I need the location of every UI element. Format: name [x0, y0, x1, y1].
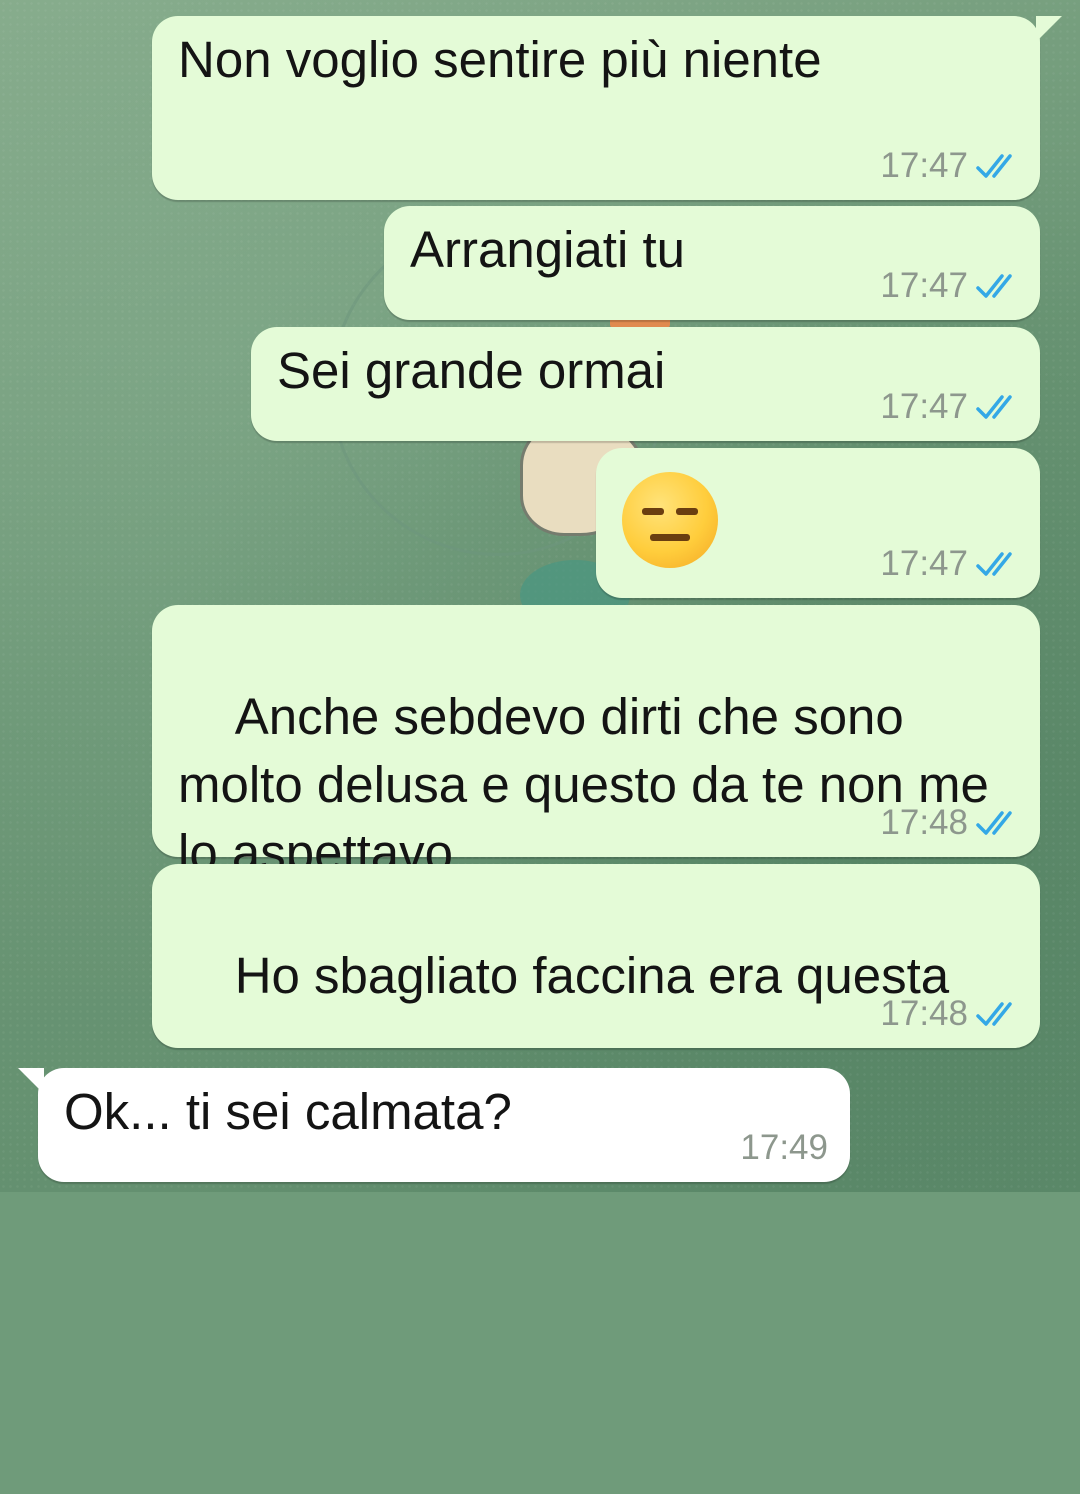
message-text: Ho sbagliato faccina era questa [234, 947, 950, 1004]
message-meta: 17:49 [740, 1128, 828, 1168]
expressionless-face-emoji [622, 472, 718, 568]
message-text: Non voglio sentire più niente [178, 31, 822, 88]
message-time: 17:47 [880, 387, 968, 426]
message-bubble-outgoing[interactable]: Non voglio sentire più niente 17:47 [152, 16, 1040, 200]
message-meta: 17:47 [880, 387, 1018, 427]
message-time: 17:47 [880, 544, 968, 583]
message-meta: 17:47 [880, 146, 1018, 186]
message-bubble-outgoing[interactable]: Arrangiati tu 17:47 [384, 206, 1040, 320]
message-bubble-outgoing[interactable]: Anche sebdevo dirti che sono molto delus… [152, 605, 1040, 955]
double-check-icon [976, 151, 1018, 181]
bubble-tail [1036, 16, 1062, 42]
message-bubble-outgoing[interactable]: Ho sbagliato faccina era questa 17:48 [152, 864, 1040, 1146]
message-meta: 17:48 [880, 803, 1018, 843]
message-bubble-incoming[interactable]: Ok... ti sei calmata? 17:49 [38, 1068, 850, 1182]
message-text: Ok... ti sei calmata? [64, 1083, 512, 1140]
double-check-icon [976, 271, 1018, 301]
double-check-icon [976, 999, 1018, 1029]
message-time: 17:47 [880, 146, 968, 185]
message-time: 17:48 [880, 994, 968, 1033]
message-meta: 17:47 [880, 266, 1018, 306]
message-meta: 17:48 [880, 994, 1018, 1034]
message-meta: 17:47 [880, 544, 1018, 584]
double-check-icon [976, 392, 1018, 422]
message-time: 17:49 [740, 1128, 828, 1167]
message-text: Anche sebdevo dirti che sono molto delus… [178, 688, 1004, 881]
message-bubble-outgoing[interactable]: Sei grande ormai 17:47 [251, 327, 1040, 441]
double-check-icon [976, 549, 1018, 579]
message-time: 17:48 [880, 803, 968, 842]
double-check-icon [976, 808, 1018, 838]
message-time: 17:47 [880, 266, 968, 305]
message-bubble-outgoing[interactable]: 17:47 [596, 448, 1040, 598]
